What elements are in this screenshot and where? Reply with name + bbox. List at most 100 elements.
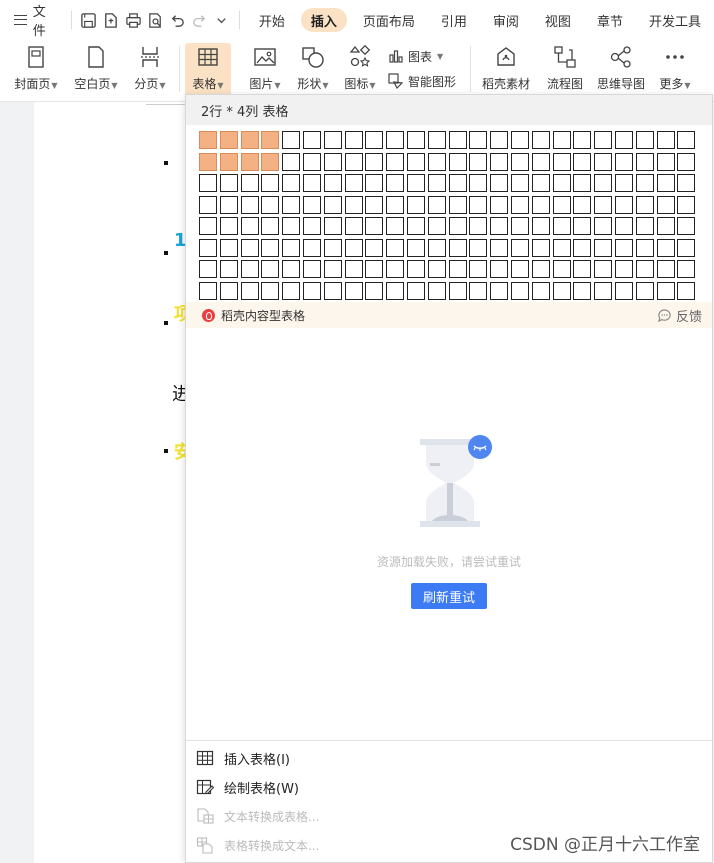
grid-cell[interactable] <box>635 174 654 192</box>
tab-review[interactable]: 审阅 <box>483 8 529 32</box>
grid-cell[interactable] <box>614 174 633 192</box>
grid-cell[interactable] <box>635 238 654 257</box>
grid-cell[interactable] <box>406 152 425 171</box>
grid-cell[interactable] <box>365 238 384 257</box>
grid-cell[interactable] <box>240 281 259 300</box>
print-icon[interactable] <box>122 8 144 32</box>
grid-cell[interactable] <box>490 174 509 192</box>
grid-cell[interactable] <box>427 238 446 257</box>
grid-cell[interactable] <box>448 217 467 235</box>
grid-cell[interactable] <box>323 195 342 214</box>
grid-cell[interactable] <box>427 195 446 214</box>
grid-cell[interactable] <box>510 131 529 149</box>
save-icon[interactable] <box>78 8 100 32</box>
grid-cell[interactable] <box>469 238 488 257</box>
grid-cell[interactable] <box>594 260 613 278</box>
grid-cell[interactable] <box>240 152 259 171</box>
grid-cell[interactable] <box>240 217 259 235</box>
grid-cell[interactable] <box>594 174 613 192</box>
grid-cell[interactable] <box>386 260 405 278</box>
grid-cell[interactable] <box>552 131 571 149</box>
grid-cell[interactable] <box>261 217 280 235</box>
grid-cell[interactable] <box>490 238 509 257</box>
grid-cell[interactable] <box>573 195 592 214</box>
grid-cell[interactable] <box>344 260 363 278</box>
grid-cell[interactable] <box>677 174 696 192</box>
grid-cell[interactable] <box>552 281 571 300</box>
icon-button[interactable]: 图标▼ <box>340 43 380 97</box>
grid-cell[interactable] <box>323 131 342 149</box>
grid-cell[interactable] <box>635 195 654 214</box>
grid-cell[interactable] <box>240 174 259 192</box>
grid-cell[interactable] <box>344 152 363 171</box>
grid-cell[interactable] <box>614 217 633 235</box>
picture-button[interactable]: 图片▼ <box>244 43 286 97</box>
grid-cell[interactable] <box>199 217 217 235</box>
grid-cell[interactable] <box>323 281 342 300</box>
grid-cell[interactable] <box>219 131 238 149</box>
grid-cell[interactable] <box>448 260 467 278</box>
grid-cell[interactable] <box>344 195 363 214</box>
grid-cell[interactable] <box>282 281 301 300</box>
tab-references[interactable]: 引用 <box>431 8 477 32</box>
grid-cell[interactable] <box>656 260 675 278</box>
grid-cell[interactable] <box>677 217 696 235</box>
grid-cell[interactable] <box>302 217 321 235</box>
grid-cell[interactable] <box>199 174 217 192</box>
grid-cell[interactable] <box>302 281 321 300</box>
grid-cell[interactable] <box>199 281 217 300</box>
grid-cell[interactable] <box>302 152 321 171</box>
mind-map-button[interactable]: 思维导图 <box>595 43 647 97</box>
grid-cell[interactable] <box>531 217 550 235</box>
grid-cell[interactable] <box>552 174 571 192</box>
grid-cell[interactable] <box>365 152 384 171</box>
grid-cell[interactable] <box>448 152 467 171</box>
grid-cell[interactable] <box>594 131 613 149</box>
grid-cell[interactable] <box>656 131 675 149</box>
grid-cell[interactable] <box>406 281 425 300</box>
grid-cell[interactable] <box>573 260 592 278</box>
grid-cell[interactable] <box>531 238 550 257</box>
grid-cell[interactable] <box>573 174 592 192</box>
grid-cell[interactable] <box>594 152 613 171</box>
grid-cell[interactable] <box>614 260 633 278</box>
grid-cell[interactable] <box>261 238 280 257</box>
tab-developer[interactable]: 开发工具 <box>639 8 711 32</box>
grid-cell[interactable] <box>490 131 509 149</box>
grid-cell[interactable] <box>448 195 467 214</box>
grid-cell[interactable] <box>427 152 446 171</box>
grid-cell[interactable] <box>427 217 446 235</box>
grid-cell[interactable] <box>219 217 238 235</box>
grid-cell[interactable] <box>656 217 675 235</box>
grid-cell[interactable] <box>302 131 321 149</box>
grid-cell[interactable] <box>406 195 425 214</box>
grid-cell[interactable] <box>323 238 342 257</box>
grid-cell[interactable] <box>365 260 384 278</box>
redo-icon[interactable] <box>189 8 211 32</box>
grid-cell[interactable] <box>635 260 654 278</box>
grid-cell[interactable] <box>635 281 654 300</box>
grid-cell[interactable] <box>344 217 363 235</box>
grid-cell[interactable] <box>199 152 217 171</box>
grid-cell[interactable] <box>261 152 280 171</box>
grid-cell[interactable] <box>386 217 405 235</box>
grid-cell[interactable] <box>531 174 550 192</box>
grid-cell[interactable] <box>365 281 384 300</box>
grid-cell[interactable] <box>594 217 613 235</box>
grid-cell[interactable] <box>552 260 571 278</box>
grid-cell[interactable] <box>677 238 696 257</box>
grid-cell[interactable] <box>531 281 550 300</box>
feedback-button[interactable]: 反馈 <box>657 306 702 325</box>
chart-button[interactable]: 图表 ▼ <box>388 45 443 67</box>
grid-cell[interactable] <box>199 131 217 149</box>
grid-cell[interactable] <box>219 260 238 278</box>
grid-cell[interactable] <box>469 195 488 214</box>
blank-page-button[interactable]: 空白页▼ <box>70 43 122 97</box>
tab-section[interactable]: 章节 <box>587 8 633 32</box>
grid-cell[interactable] <box>240 260 259 278</box>
grid-cell[interactable] <box>323 152 342 171</box>
grid-cell[interactable] <box>344 281 363 300</box>
grid-cell[interactable] <box>199 195 217 214</box>
grid-cell[interactable] <box>261 131 280 149</box>
grid-cell[interactable] <box>448 174 467 192</box>
